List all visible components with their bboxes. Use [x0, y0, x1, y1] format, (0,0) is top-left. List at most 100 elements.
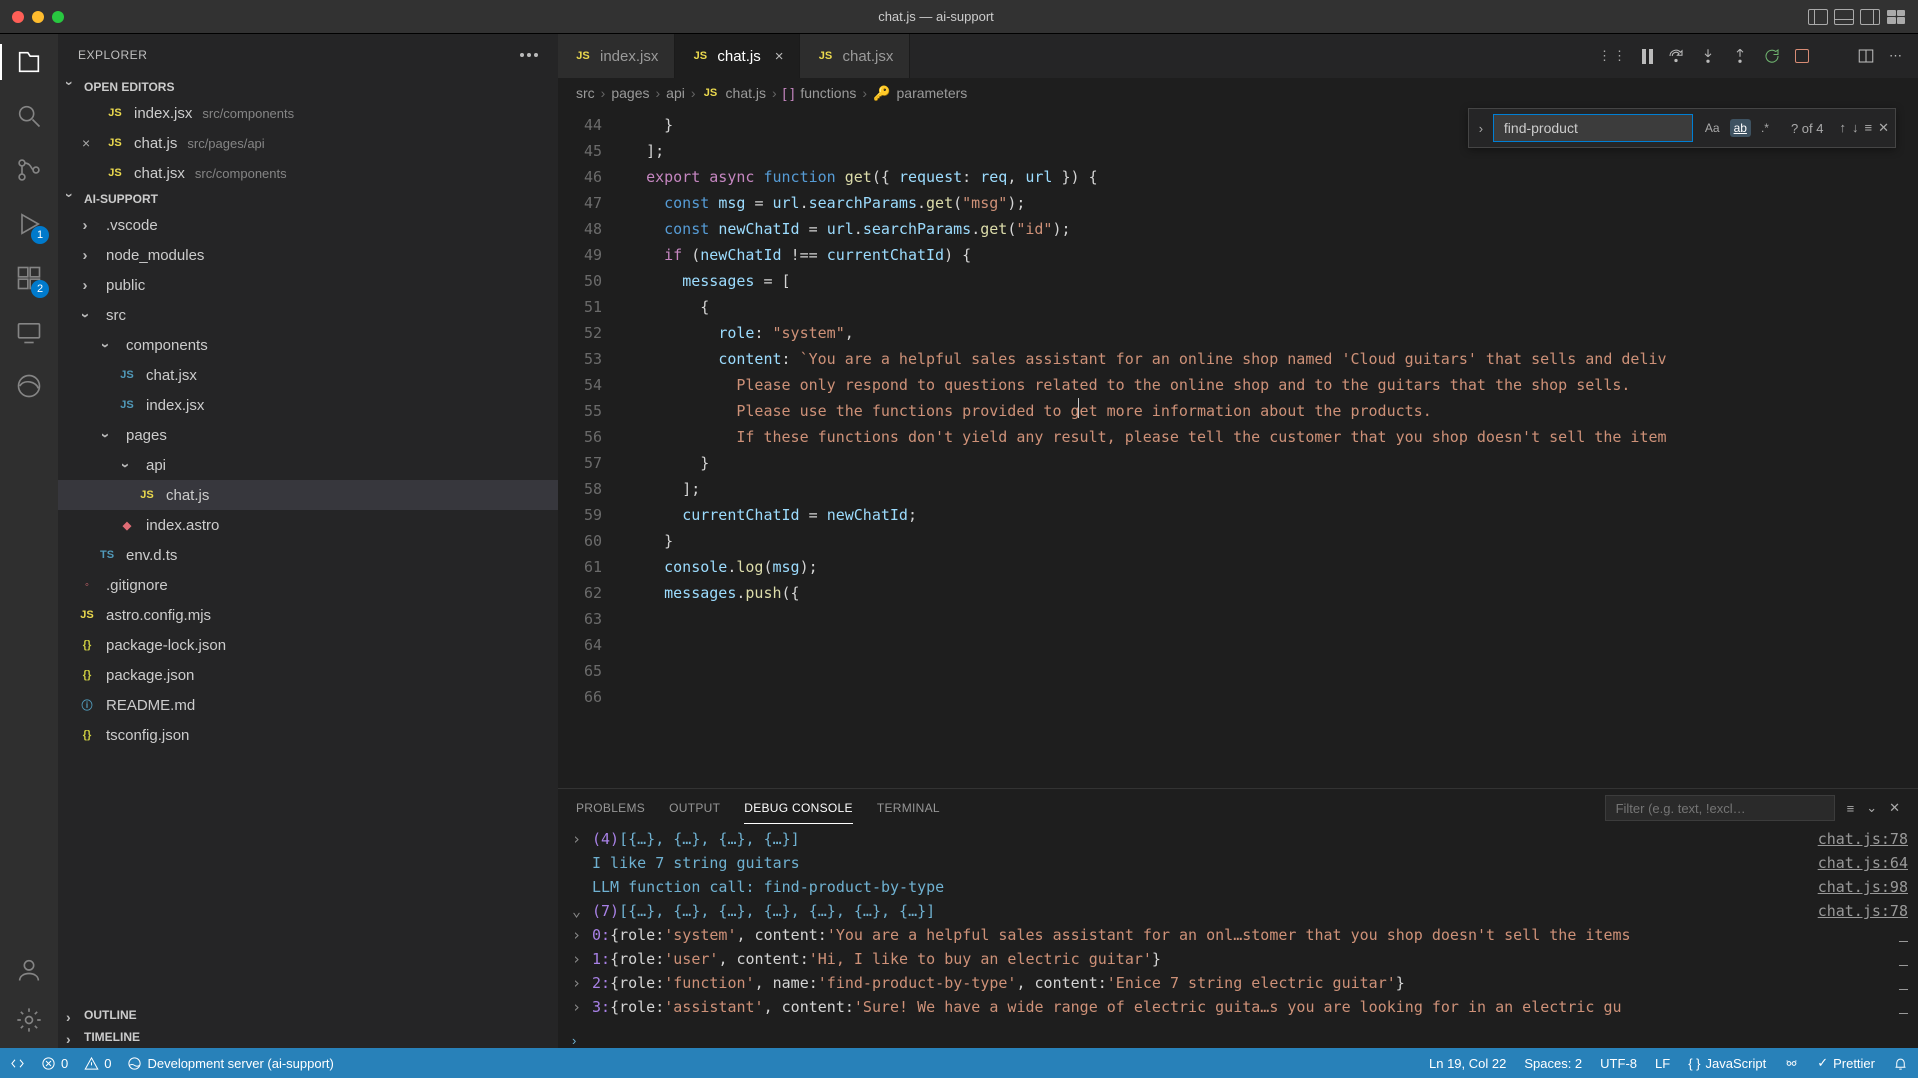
- code-line[interactable]: role: "system",: [628, 320, 1918, 346]
- sidebar-more-icon[interactable]: [520, 53, 538, 57]
- debug-source-link[interactable]: [1788, 995, 1908, 1019]
- match-whole-word-icon[interactable]: ab: [1730, 119, 1751, 137]
- open-editor-item[interactable]: JS chat.jsx src/components: [58, 158, 558, 188]
- debug-source-link[interactable]: chat.js:64: [1788, 851, 1908, 875]
- language-status[interactable]: { } JavaScript: [1688, 1056, 1766, 1071]
- debug-output-line[interactable]: ⌄(7) [{…}, {…}, {…}, {…}, {…}, {…}, {…}]: [572, 899, 1788, 923]
- scm-activity[interactable]: [11, 152, 47, 188]
- code-line[interactable]: if (newChatId !== currentChatId) {: [628, 242, 1918, 268]
- drag-handle-icon[interactable]: ⋮⋮: [1598, 48, 1628, 64]
- accounts-activity[interactable]: [11, 952, 47, 988]
- code-line[interactable]: console.log(msg);: [628, 554, 1918, 580]
- code-line[interactable]: {: [628, 294, 1918, 320]
- indent-status[interactable]: Spaces: 2: [1524, 1056, 1582, 1071]
- file-item[interactable]: JSchat.js: [58, 480, 558, 510]
- file-item[interactable]: JSindex.jsx: [58, 390, 558, 420]
- folder-item[interactable]: public: [58, 270, 558, 300]
- cursor-position-status[interactable]: Ln 19, Col 22: [1429, 1056, 1506, 1071]
- code-line[interactable]: ];: [628, 476, 1918, 502]
- file-item[interactable]: ◦.gitignore: [58, 570, 558, 600]
- outline-header[interactable]: OUTLINE: [58, 1004, 558, 1026]
- file-item[interactable]: TSenv.d.ts: [58, 540, 558, 570]
- folder-item[interactable]: api: [58, 450, 558, 480]
- debug-output-line[interactable]: ›0: {role: 'system', content: 'You are a…: [572, 923, 1788, 947]
- search-activity[interactable]: [11, 98, 47, 134]
- eol-status[interactable]: LF: [1655, 1056, 1670, 1071]
- editor-body[interactable]: 4445464748495051525354555657585960616263…: [558, 108, 1918, 788]
- split-editor-icon[interactable]: [1857, 47, 1875, 65]
- code-line[interactable]: Please only respond to questions related…: [628, 372, 1918, 398]
- debug-output-line[interactable]: LLM function call: find-product-by-type: [572, 875, 1788, 899]
- file-item[interactable]: JSastro.config.mjs: [58, 600, 558, 630]
- find-prev-icon[interactable]: ↑: [1840, 120, 1847, 136]
- folder-item[interactable]: pages: [58, 420, 558, 450]
- file-item[interactable]: {}package-lock.json: [58, 630, 558, 660]
- collapse-all-icon[interactable]: ≡: [1847, 801, 1855, 816]
- code-line[interactable]: messages.push({: [628, 580, 1918, 606]
- open-editor-item[interactable]: JS index.jsx src/components: [58, 98, 558, 128]
- restart-icon[interactable]: [1763, 47, 1781, 65]
- folder-item[interactable]: node_modules: [58, 240, 558, 270]
- copilot-status[interactable]: [1784, 1056, 1799, 1071]
- debug-source-link[interactable]: chat.js:78: [1788, 827, 1908, 851]
- breadcrumb-segment[interactable]: parameters: [897, 85, 968, 101]
- folder-item[interactable]: components: [58, 330, 558, 360]
- minimize-window-button[interactable]: [32, 11, 44, 23]
- breadcrumb-segment[interactable]: src: [576, 85, 595, 101]
- code-line[interactable]: content: `You are a helpful sales assist…: [628, 346, 1918, 372]
- explorer-activity[interactable]: [11, 44, 47, 80]
- close-editor-icon[interactable]: ×: [82, 135, 96, 151]
- debug-source-link[interactable]: [1788, 923, 1908, 947]
- panel-chevron-icon[interactable]: ⌄: [1866, 800, 1877, 816]
- open-editors-header[interactable]: OPEN EDITORS: [58, 76, 558, 98]
- regex-icon[interactable]: .*: [1757, 119, 1773, 137]
- file-item[interactable]: {}tsconfig.json: [58, 720, 558, 750]
- debug-source-link[interactable]: chat.js:98: [1788, 875, 1908, 899]
- debug-output-line[interactable]: ›(4) [{…}, {…}, {…}, {…}]: [572, 827, 1788, 851]
- encoding-status[interactable]: UTF-8: [1600, 1056, 1637, 1071]
- file-item[interactable]: {}package.json: [58, 660, 558, 690]
- remote-activity[interactable]: [11, 314, 47, 350]
- code-line[interactable]: messages = [: [628, 268, 1918, 294]
- step-over-icon[interactable]: [1667, 47, 1685, 65]
- toggle-replace-icon[interactable]: ›: [1469, 121, 1493, 136]
- extensions-activity[interactable]: 2: [11, 260, 47, 296]
- code-line[interactable]: }: [628, 450, 1918, 476]
- warnings-status[interactable]: 0: [84, 1056, 111, 1071]
- match-case-icon[interactable]: Aa: [1701, 119, 1724, 137]
- tab-output[interactable]: OUTPUT: [669, 801, 720, 815]
- tab-debug-console[interactable]: DEBUG CONSOLE: [744, 801, 853, 824]
- file-item[interactable]: ◆index.astro: [58, 510, 558, 540]
- editor-tab[interactable]: JS chat.jsx: [800, 34, 910, 78]
- maximize-window-button[interactable]: [52, 11, 64, 23]
- stop-icon[interactable]: [1795, 49, 1809, 63]
- code-line[interactable]: const newChatId = url.searchParams.get("…: [628, 216, 1918, 242]
- pause-icon[interactable]: [1642, 49, 1653, 64]
- toggle-primary-sidebar-icon[interactable]: [1808, 9, 1828, 25]
- prettier-status[interactable]: ✓ Prettier: [1817, 1055, 1875, 1071]
- notifications-status[interactable]: [1893, 1056, 1908, 1071]
- debug-output-line[interactable]: ›3: {role: 'assistant', content: 'Sure! …: [572, 995, 1788, 1019]
- debug-output-line[interactable]: ›2: {role: 'function', name: 'find-produ…: [572, 971, 1788, 995]
- breadcrumb-segment[interactable]: pages: [611, 85, 649, 101]
- breadcrumb-segment[interactable]: functions: [800, 85, 856, 101]
- close-panel-icon[interactable]: ✕: [1889, 800, 1900, 816]
- debug-source-link[interactable]: chat.js:78: [1788, 899, 1908, 923]
- code-line[interactable]: currentChatId = newChatId;: [628, 502, 1918, 528]
- toggle-panel-icon[interactable]: [1834, 9, 1854, 25]
- project-folder-header[interactable]: AI-SUPPORT: [58, 188, 558, 210]
- more-actions-icon[interactable]: ⋯: [1889, 48, 1904, 64]
- folder-item[interactable]: .vscode: [58, 210, 558, 240]
- close-window-button[interactable]: [12, 11, 24, 23]
- debug-console-prompt[interactable]: ›: [558, 1033, 1918, 1048]
- open-editor-item[interactable]: × JS chat.js src/pages/api: [58, 128, 558, 158]
- debug-filter-input[interactable]: [1605, 795, 1835, 821]
- tab-problems[interactable]: PROBLEMS: [576, 801, 645, 815]
- debug-source-link[interactable]: [1788, 971, 1908, 995]
- breadcrumb-segment[interactable]: chat.js: [726, 85, 766, 101]
- dev-server-status[interactable]: Development server (ai-support): [127, 1056, 333, 1071]
- customize-layout-icon[interactable]: [1886, 9, 1906, 25]
- file-item[interactable]: ⓘREADME.md: [58, 690, 558, 720]
- toggle-secondary-sidebar-icon[interactable]: [1860, 9, 1880, 25]
- debug-console-output[interactable]: ›(4) [{…}, {…}, {…}, {…}] I like 7 strin…: [558, 827, 1788, 1033]
